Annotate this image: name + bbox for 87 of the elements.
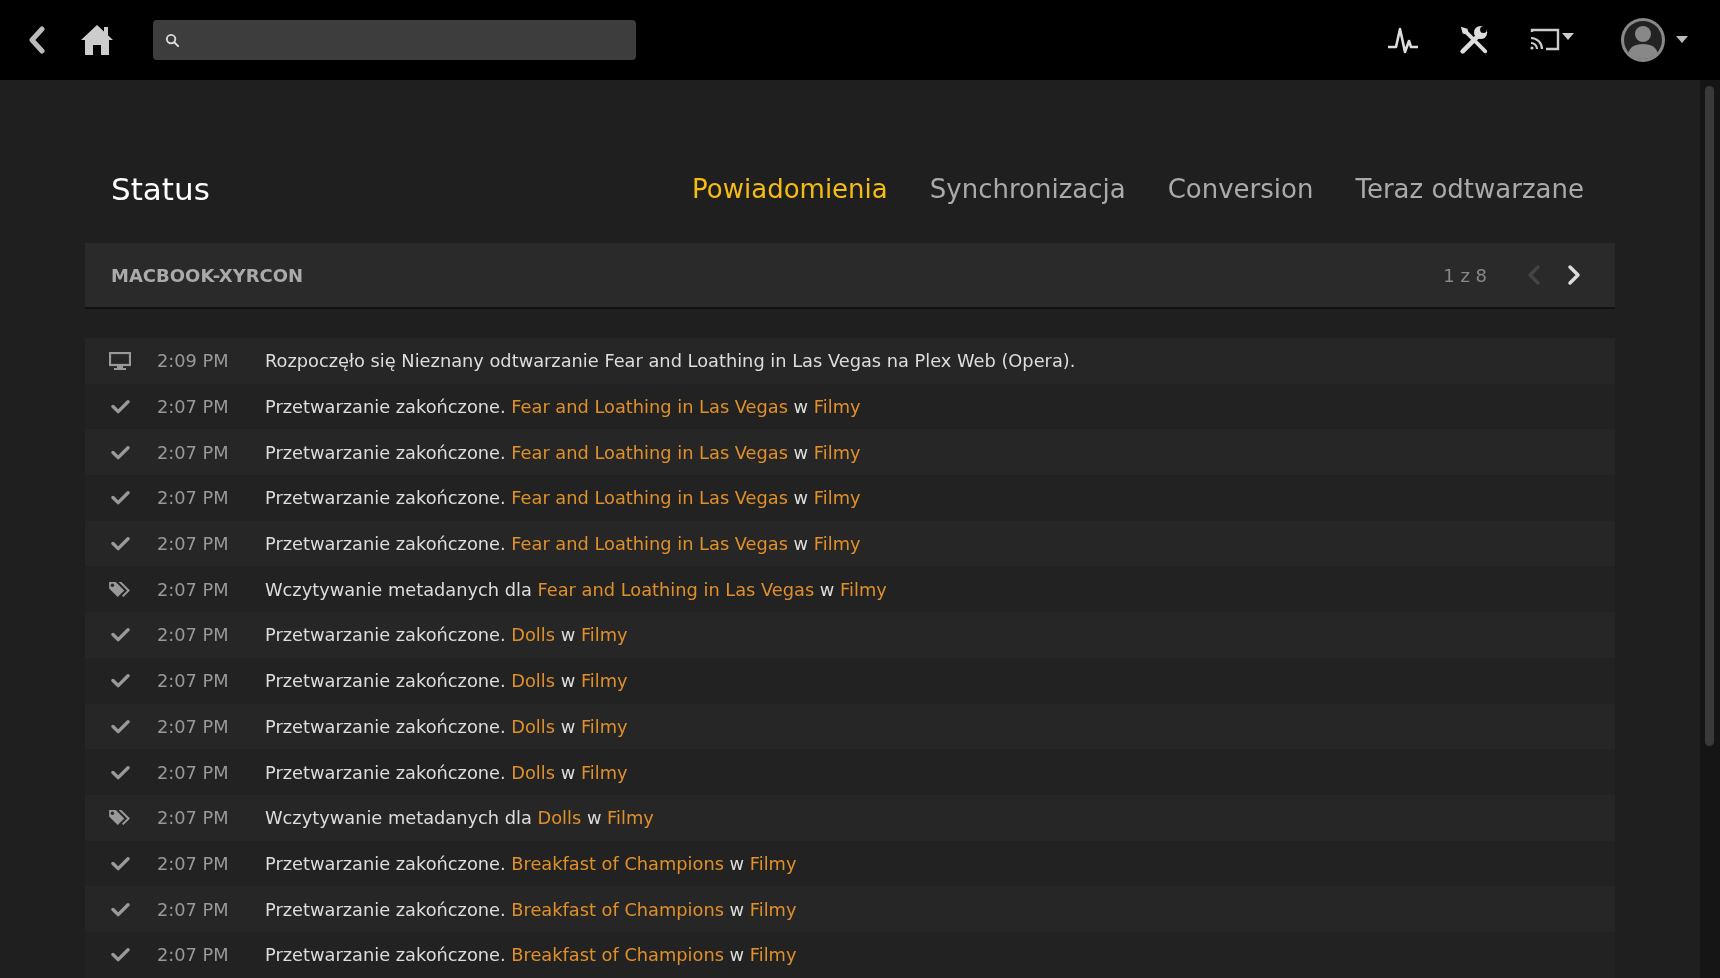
time-label: 2:07 PM: [156, 487, 230, 509]
media-link[interactable]: Dolls: [511, 624, 555, 646]
search-icon: [165, 32, 180, 48]
notification-text: Przetwarzanie zakończone. Breakfast of Champions w Filmy: [265, 898, 797, 920]
media-link[interactable]: Filmy: [749, 852, 797, 874]
notification-text: Przetwarzanie zakończone. Fear and Loathing in Las Vegas w Filmy: [265, 396, 861, 418]
media-link[interactable]: Filmy: [840, 578, 887, 600]
tab[interactable]: Synchronizacja: [925, 174, 1130, 204]
media-link[interactable]: Dolls: [537, 807, 582, 829]
time-label: 2:07 PM: [156, 761, 230, 783]
media-link[interactable]: Filmy: [813, 396, 861, 418]
media-link[interactable]: Fear and Loathing in Las Vegas: [511, 441, 788, 463]
checkmark-icon: [110, 627, 130, 643]
time-label: 2:07 PM: [156, 898, 230, 920]
time-label: 2:07 PM: [156, 578, 230, 600]
time-label: 2:07 PM: [156, 624, 230, 646]
checkmark-icon: [110, 901, 130, 917]
media-link[interactable]: Filmy: [580, 715, 628, 737]
notification-text: Przetwarzanie zakończone. Breakfast of Champions w Filmy: [265, 852, 797, 874]
chevron-right-icon: [1567, 264, 1581, 286]
notification-text: Przetwarzanie zakończone. Dolls w Filmy: [265, 715, 628, 737]
checkmark-icon: [110, 444, 130, 460]
time-label: 2:07 PM: [156, 852, 230, 874]
tab[interactable]: Powiadomienia: [688, 174, 892, 204]
notification-text: Wczytywanie metadanych dla Fear and Loathing in Las Vegas w Filmy: [265, 578, 887, 600]
checkmark-icon: [110, 536, 130, 552]
time-label: 2:07 PM: [156, 944, 230, 966]
scrollbar[interactable]: [1700, 80, 1720, 978]
page-title: Status: [111, 170, 211, 207]
checkmark-icon: [110, 855, 130, 871]
media-link[interactable]: Fear and Loathing in Las Vegas: [511, 487, 788, 509]
media-link[interactable]: Filmy: [749, 898, 797, 920]
media-link[interactable]: Filmy: [813, 487, 861, 509]
notification-text: Przetwarzanie zakończone. Fear and Loathing in Las Vegas w Filmy: [265, 441, 861, 463]
media-link[interactable]: Fear and Loathing in Las Vegas: [511, 396, 788, 418]
activity-icon[interactable]: [1386, 25, 1420, 55]
tab[interactable]: Conversion: [1163, 174, 1318, 204]
media-link[interactable]: Filmy: [813, 441, 861, 463]
tools-icon[interactable]: [1458, 24, 1490, 56]
notification-text: Rozpoczęło się Nieznany odtwarzanie Fear and Loathing in Las Vegas na Plex Web (Opera).: [265, 350, 1076, 372]
notification-text: Wczytywanie metadanych dla Dolls w Filmy: [265, 807, 654, 829]
notification-text: Przetwarzanie zakończone. Dolls w Filmy: [265, 624, 628, 646]
tab[interactable]: Teraz odtwarzane: [1351, 174, 1588, 204]
checkmark-icon: [110, 399, 130, 415]
media-link[interactable]: Filmy: [607, 807, 654, 829]
time-label: 2:07 PM: [156, 715, 230, 737]
notification-text: Przetwarzanie zakończone. Fear and Loathing in Las Vegas w Filmy: [265, 533, 861, 555]
page-counter: 1 z 8: [1443, 264, 1487, 286]
notification-text: Przetwarzanie zakończone. Dolls w Filmy: [265, 670, 628, 692]
media-link[interactable]: Dolls: [511, 715, 555, 737]
cast-icon[interactable]: [1528, 27, 1576, 53]
monitor-icon: [109, 351, 131, 370]
user-avatar-icon[interactable]: [1620, 16, 1690, 64]
media-link[interactable]: Filmy: [580, 761, 628, 783]
media-link[interactable]: Fear and Loathing in Las Vegas: [511, 533, 788, 555]
tags-icon: [107, 808, 133, 828]
home-icon[interactable]: [79, 23, 115, 57]
checkmark-icon: [110, 764, 130, 780]
checkmark-icon: [110, 673, 130, 689]
time-label: 2:07 PM: [156, 396, 230, 418]
time-label: 2:07 PM: [156, 670, 230, 692]
media-link[interactable]: Fear and Loathing in Las Vegas: [537, 578, 815, 600]
time-label: 2:07 PM: [156, 441, 230, 463]
time-label: 2:07 PM: [156, 807, 230, 829]
time-label: 2:07 PM: [156, 533, 230, 555]
media-link[interactable]: Filmy: [813, 533, 861, 555]
media-link[interactable]: Breakfast of Champions: [511, 852, 724, 874]
media-link[interactable]: Breakfast of Champions: [511, 898, 724, 920]
notification-text: Przetwarzanie zakończone. Dolls w Filmy: [265, 761, 628, 783]
checkmark-icon: [110, 947, 130, 963]
search-field[interactable]: [153, 20, 636, 60]
time-label: 2:09 PM: [156, 350, 230, 372]
media-link[interactable]: Filmy: [580, 670, 628, 692]
media-link[interactable]: Filmy: [580, 624, 628, 646]
notification-text: Przetwarzanie zakończone. Breakfast of Champions w Filmy: [265, 944, 797, 966]
tags-icon: [107, 579, 133, 599]
back-icon[interactable]: [27, 26, 47, 54]
device-name: MACBOOK-XYRCON: [111, 264, 305, 286]
media-link[interactable]: Breakfast of Champions: [511, 944, 724, 966]
chevron-left-icon: [1527, 264, 1541, 286]
checkmark-icon: [110, 718, 130, 734]
media-link[interactable]: Filmy: [749, 944, 797, 966]
media-link[interactable]: Dolls: [511, 761, 555, 783]
notification-text: Przetwarzanie zakończone. Fear and Loathing in Las Vegas w Filmy: [265, 487, 861, 509]
checkmark-icon: [110, 490, 130, 506]
scrollbar-thumb[interactable]: [1705, 86, 1714, 746]
media-link[interactable]: Dolls: [511, 670, 555, 692]
